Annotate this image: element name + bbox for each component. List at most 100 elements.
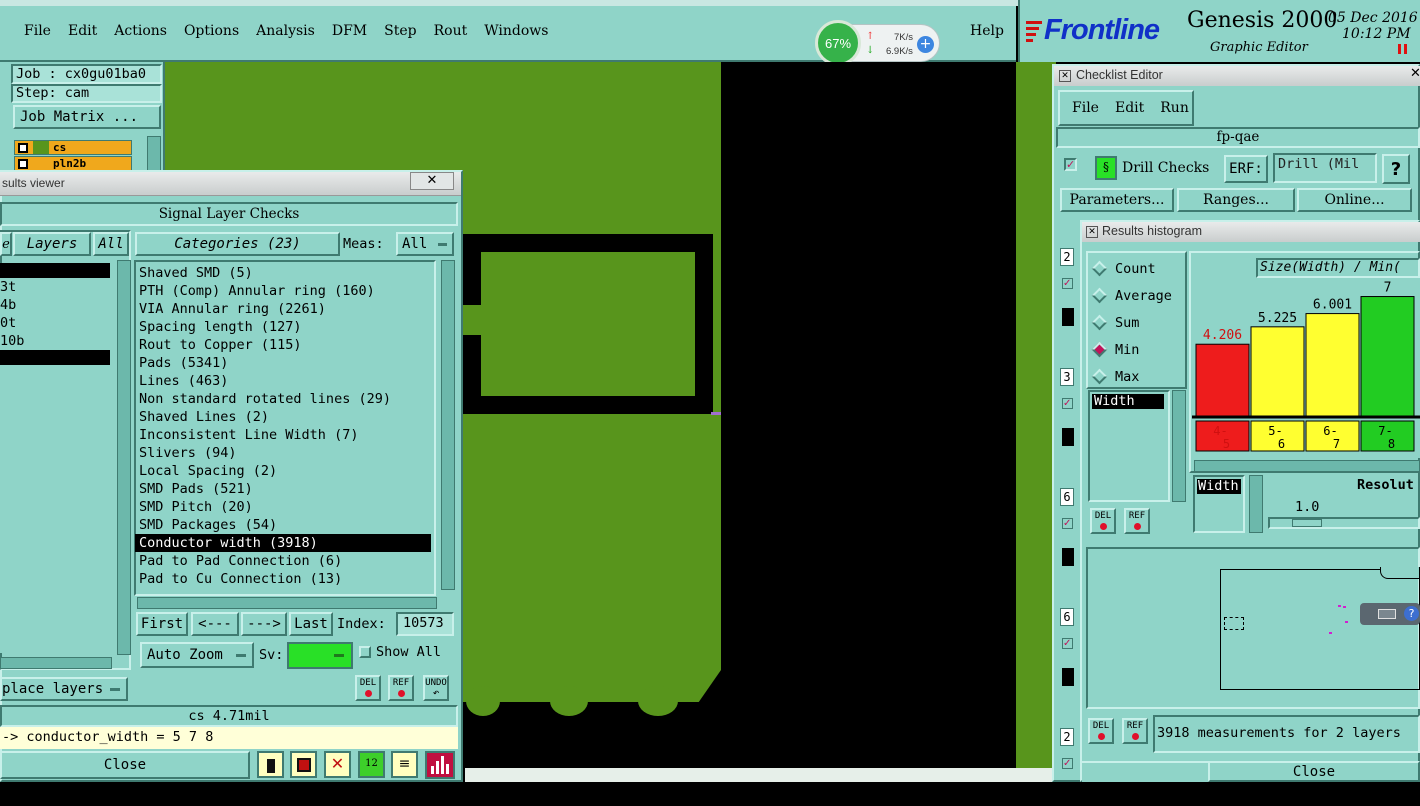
window-menu-icon[interactable]: ✕ [1086,226,1098,238]
menu-item-windows[interactable]: Windows [484,23,548,39]
histogram-close-button[interactable]: Close [1208,761,1420,782]
mode-radio-count[interactable]: Count [1088,255,1185,282]
category-item[interactable]: Local Spacing (2) [135,462,433,480]
preview-ref-button[interactable]: REF [1122,718,1148,744]
close-icon[interactable]: ✕ [410,172,454,190]
layers-hscrollbar[interactable] [0,657,112,669]
layer-list-item[interactable] [0,263,110,278]
slider-thumb[interactable] [1292,519,1322,527]
pause-icon[interactable] [1398,44,1408,54]
auto-zoom-dropdown[interactable]: Auto Zoom [140,642,254,668]
toolbar-icon-2[interactable] [290,751,317,778]
toolbar-icon-1[interactable] [257,751,284,778]
category-item[interactable]: Spacing length (127) [135,318,433,336]
radio-diamond-icon[interactable] [1091,314,1108,331]
category-item[interactable]: Inconsistent Line Width (7) [135,426,433,444]
menu-item-analysis[interactable]: Analysis [256,23,315,39]
layers-list[interactable]: 3t 4b 0t 10b [0,263,110,653]
layers-prev-button[interactable]: e [0,232,12,256]
checklist-row-check-icon[interactable]: ✓ [1062,398,1073,409]
parameters-button[interactable]: Parameters... [1060,188,1174,212]
plus-icon[interactable]: + [917,36,934,53]
category-item[interactable]: Pad to Cu Connection (13) [135,570,433,588]
category-item[interactable]: Non standard rotated lines (29) [135,390,433,408]
online-button[interactable]: Online... [1297,188,1412,212]
category-item[interactable]: SMD Pitch (20) [135,498,433,516]
menu-item-rout[interactable]: Rout [434,23,468,39]
toolbar-histogram-icon[interactable] [425,751,455,779]
mode-radio-average[interactable]: Average [1088,282,1185,309]
floating-toolbar[interactable]: ? [1360,603,1420,625]
meas-dropdown[interactable]: All [396,232,454,256]
category-item[interactable]: SMD Pads (521) [135,480,433,498]
checklist-row-check-icon[interactable]: ✓ [1062,758,1073,769]
toolbar-icon-5[interactable]: ≡ [391,751,418,778]
category-item[interactable]: Conductor width (3918) [135,534,431,552]
radio-diamond-icon[interactable] [1091,368,1108,385]
next-button[interactable]: ---> [241,612,287,636]
hist-ref-button[interactable]: REF [1124,508,1150,534]
category-item[interactable]: Pad to Pad Connection (6) [135,552,433,570]
help-circle-icon[interactable]: ? [1404,606,1419,621]
field-list-2[interactable]: Width [1193,475,1245,533]
layer-checkbox-icon[interactable] [18,159,28,169]
categories-list[interactable]: Shaved SMD (5) PTH (Comp) Annular ring (1… [135,264,433,588]
layer-list-item[interactable]: 4b [0,296,110,314]
checklist-row-check-icon[interactable]: ✓ [1062,638,1073,649]
index-input[interactable]: 10573 [396,612,454,636]
checklist-row-check-icon[interactable]: ✓ [1062,518,1073,529]
category-item[interactable]: Shaved SMD (5) [135,264,433,282]
field-list[interactable]: Width [1088,390,1170,502]
category-item[interactable]: VIA Annular ring (2261) [135,300,433,318]
resolution-slider[interactable] [1268,517,1420,529]
erf-input[interactable]: Drill (Mil [1273,153,1377,183]
histogram-hscrollbar[interactable] [1194,460,1420,472]
layer-row-pln2b[interactable]: pln2b [14,156,132,171]
prev-button[interactable]: <--- [191,612,239,636]
menu-item-actions[interactable]: Actions [114,23,167,39]
ref-button[interactable]: REF [388,675,414,701]
checklist-menu-file[interactable]: File [1072,100,1099,116]
layers-all-button[interactable]: All [93,232,129,256]
window-menu-icon[interactable]: ✕ [1059,70,1071,82]
sv-color-dropdown[interactable] [287,642,353,669]
help-button[interactable]: ? [1382,154,1410,184]
category-item[interactable]: Lines (463) [135,372,433,390]
category-item[interactable]: Shaved Lines (2) [135,408,433,426]
categories-hscrollbar[interactable] [137,597,437,609]
category-item[interactable]: Pads (5341) [135,354,433,372]
place-layers-dropdown[interactable]: place layers [0,677,128,701]
layer-checkbox-icon[interactable] [18,143,28,153]
categories-scrollbar[interactable] [441,260,455,590]
menu-item-file[interactable]: File [24,23,51,39]
checklist-menu-run[interactable]: Run [1160,100,1189,116]
layer-row-cs[interactable]: cs [14,140,132,155]
keyboard-icon[interactable] [1378,609,1396,619]
hist-del-button[interactable]: DEL [1090,508,1116,534]
field-item-selected-2[interactable]: Width [1197,479,1241,494]
layer-list-item[interactable]: 3t [0,278,110,296]
results-close-button[interactable]: Close [0,751,250,779]
category-item[interactable]: PTH (Comp) Annular ring (160) [135,282,433,300]
preview-del-button[interactable]: DEL [1088,718,1114,744]
field-item-selected[interactable]: Width [1092,394,1164,409]
close-icon[interactable]: ✕ [1410,66,1420,81]
last-button[interactable]: Last [289,612,333,636]
menu-item-options[interactable]: Options [184,23,239,39]
menu-item-dfm[interactable]: DFM [332,23,367,39]
mode-radio-max[interactable]: Max [1088,363,1185,390]
category-item[interactable]: SMD Packages (54) [135,516,433,534]
job-matrix-button[interactable]: Job Matrix ... [13,105,161,129]
category-item[interactable]: Slivers (94) [135,444,433,462]
layer-list-item[interactable]: 0t [0,314,110,332]
field-list-2-scrollbar[interactable] [1249,475,1263,533]
mode-radio-sum[interactable]: Sum [1088,309,1185,336]
menu-item-edit[interactable]: Edit [68,23,97,39]
toolbar-icon-4[interactable]: 12 [358,751,385,778]
layer-list-item[interactable]: 10b [0,332,110,350]
field-list-scrollbar[interactable] [1172,390,1186,502]
undo-button[interactable]: UNDO ↶ [423,675,449,701]
category-item[interactable]: Rout to Copper (115) [135,336,433,354]
radio-diamond-icon[interactable] [1091,287,1108,304]
del-button[interactable]: DEL [355,675,381,701]
